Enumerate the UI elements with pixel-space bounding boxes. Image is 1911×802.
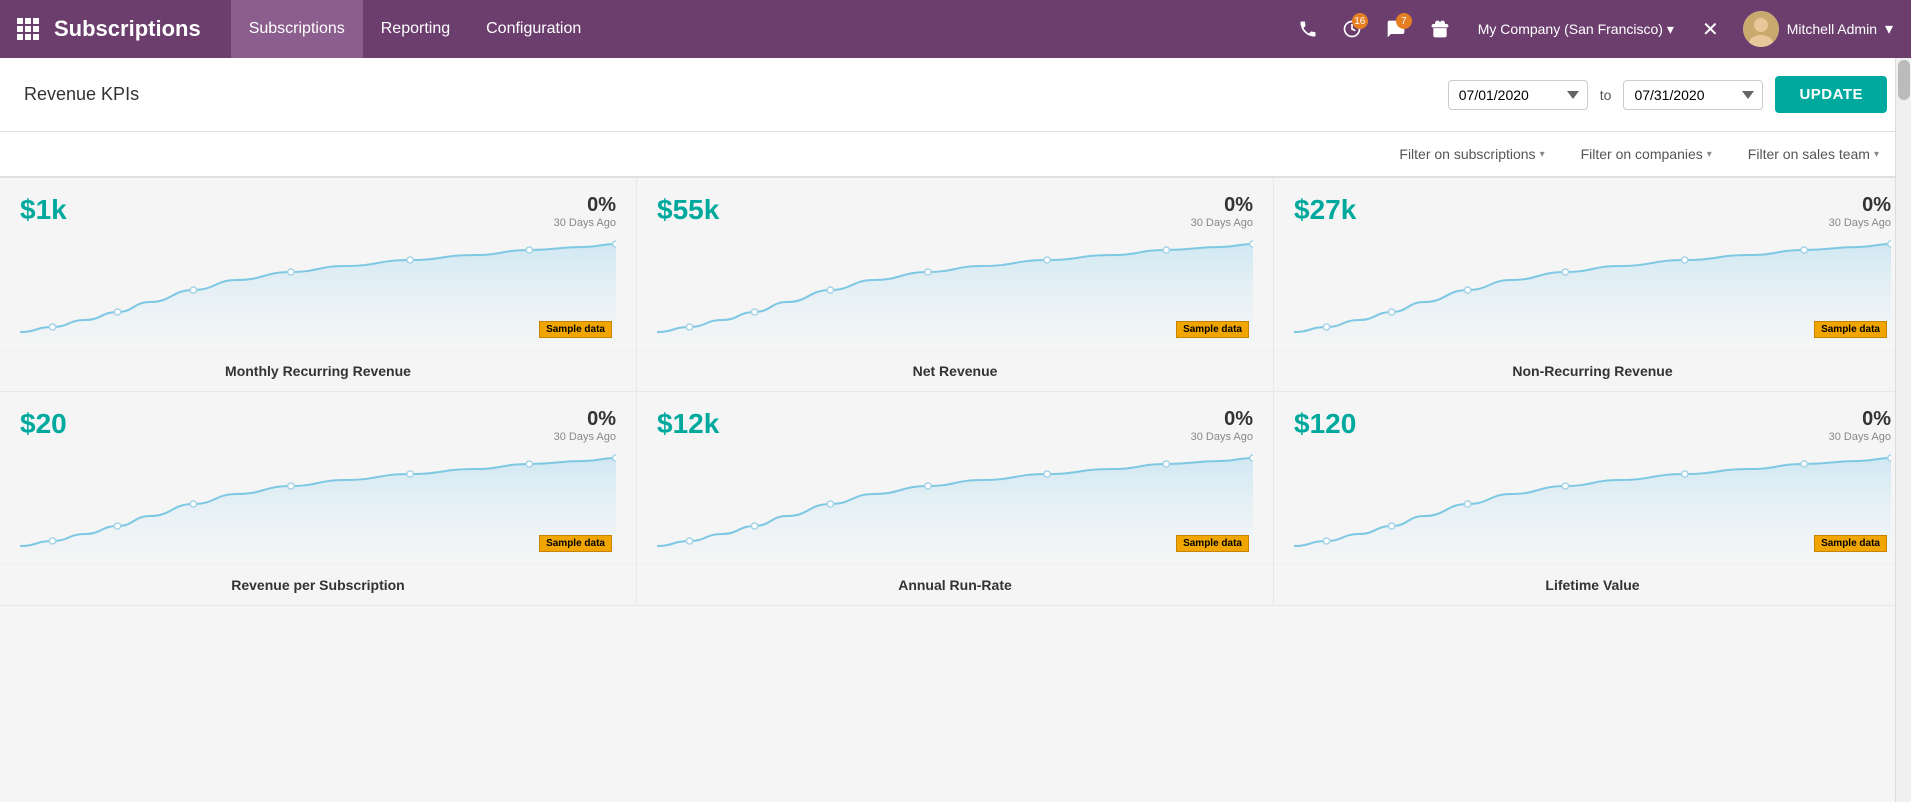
page-header: Revenue KPIs 07/01/2020 to 07/31/2020 UP… bbox=[0, 58, 1911, 132]
kpi-change-pct-annual_run_rate: 0% bbox=[1191, 408, 1253, 431]
nav-subscriptions[interactable]: Subscriptions bbox=[231, 0, 363, 58]
kpi-label-non_recurring: Non-Recurring Revenue bbox=[1274, 350, 1911, 391]
kpi-change-non_recurring: 0% 30 Days Ago bbox=[1829, 194, 1891, 229]
nav-links: Subscriptions Reporting Configuration bbox=[231, 0, 761, 58]
kpi-chart-net_revenue: Sample data bbox=[657, 232, 1253, 342]
nav-reporting[interactable]: Reporting bbox=[363, 0, 468, 58]
company-dropdown-icon: ▾ bbox=[1667, 21, 1674, 38]
company-name: My Company (San Francisco) bbox=[1478, 21, 1663, 37]
kpi-inner-non_recurring: $27k 0% 30 Days Ago Sample data bbox=[1274, 178, 1911, 350]
sample-data-badge-mrr: Sample data bbox=[539, 321, 612, 338]
company-selector[interactable]: My Company (San Francisco) ▾ bbox=[1466, 21, 1686, 38]
date-to-select[interactable]: 07/31/2020 bbox=[1623, 80, 1763, 110]
user-dropdown-icon: ▾ bbox=[1885, 19, 1893, 39]
kpi-change-pct-rev_per_sub: 0% bbox=[554, 408, 616, 431]
top-navigation: Subscriptions Subscriptions Reporting Co… bbox=[0, 0, 1911, 58]
kpi-change-label-mrr: 30 Days Ago bbox=[554, 217, 616, 229]
scrollbar[interactable] bbox=[1895, 58, 1911, 802]
filter-bar: Filter on subscriptions ▾ Filter on comp… bbox=[0, 132, 1911, 177]
date-range: 07/01/2020 to 07/31/2020 UPDATE bbox=[1448, 76, 1887, 113]
kpi-change-annual_run_rate: 0% 30 Days Ago bbox=[1191, 408, 1253, 443]
update-button[interactable]: UPDATE bbox=[1775, 76, 1887, 113]
kpi-value-mrr: $1k bbox=[20, 194, 67, 225]
page-title: Revenue KPIs bbox=[24, 84, 1432, 105]
kpi-cell-lifetime_value: $120 0% 30 Days Ago Sample data Lifetime… bbox=[1274, 392, 1911, 606]
kpi-change-mrr: 0% 30 Days Ago bbox=[554, 194, 616, 229]
timer-badge: 16 bbox=[1352, 13, 1368, 29]
sample-data-badge-annual_run_rate: Sample data bbox=[1176, 535, 1249, 552]
timer-icon[interactable]: 16 bbox=[1334, 11, 1370, 47]
kpi-label-annual_run_rate: Annual Run-Rate bbox=[637, 564, 1273, 605]
date-to-label: to bbox=[1600, 87, 1612, 103]
message-badge: 7 bbox=[1396, 13, 1412, 29]
kpi-label-mrr: Monthly Recurring Revenue bbox=[0, 350, 636, 391]
kpi-cell-non_recurring: $27k 0% 30 Days Ago Sample data Non-Recu… bbox=[1274, 178, 1911, 392]
app-grid-icon[interactable] bbox=[10, 11, 46, 47]
kpi-change-label-rev_per_sub: 30 Days Ago bbox=[554, 431, 616, 443]
kpi-grid: $1k 0% 30 Days Ago Sample data Monthly R… bbox=[0, 177, 1911, 606]
user-section[interactable]: Mitchell Admin ▾ bbox=[1735, 11, 1901, 47]
app-title: Subscriptions bbox=[54, 16, 201, 42]
filter-sales-team-button[interactable]: Filter on sales team ▾ bbox=[1740, 142, 1887, 166]
filter-sales-team-arrow: ▾ bbox=[1874, 149, 1879, 160]
kpi-label-net_revenue: Net Revenue bbox=[637, 350, 1273, 391]
kpi-chart-rev_per_sub: Sample data bbox=[20, 446, 616, 556]
kpi-change-label-lifetime_value: 30 Days Ago bbox=[1829, 431, 1891, 443]
gift-icon[interactable] bbox=[1422, 11, 1458, 47]
message-icon[interactable]: 7 bbox=[1378, 11, 1414, 47]
close-button[interactable]: ✕ bbox=[1694, 17, 1727, 42]
filter-sales-team-label: Filter on sales team bbox=[1748, 146, 1870, 162]
nav-configuration[interactable]: Configuration bbox=[468, 0, 599, 58]
kpi-change-pct-mrr: 0% bbox=[554, 194, 616, 217]
kpi-change-net_revenue: 0% 30 Days Ago bbox=[1191, 194, 1253, 229]
kpi-change-pct-lifetime_value: 0% bbox=[1829, 408, 1891, 431]
kpi-value-net_revenue: $55k bbox=[657, 194, 719, 225]
kpi-change-pct-net_revenue: 0% bbox=[1191, 194, 1253, 217]
kpi-inner-lifetime_value: $120 0% 30 Days Ago Sample data bbox=[1274, 392, 1911, 564]
kpi-chart-non_recurring: Sample data bbox=[1294, 232, 1891, 342]
kpi-inner-net_revenue: $55k 0% 30 Days Ago Sample data bbox=[637, 178, 1273, 350]
filter-companies-button[interactable]: Filter on companies ▾ bbox=[1573, 142, 1720, 166]
kpi-chart-annual_run_rate: Sample data bbox=[657, 446, 1253, 556]
kpi-chart-mrr: Sample data bbox=[20, 232, 616, 342]
sample-data-badge-net_revenue: Sample data bbox=[1176, 321, 1249, 338]
kpi-chart-lifetime_value: Sample data bbox=[1294, 446, 1891, 556]
kpi-change-label-annual_run_rate: 30 Days Ago bbox=[1191, 431, 1253, 443]
kpi-change-label-net_revenue: 30 Days Ago bbox=[1191, 217, 1253, 229]
avatar bbox=[1743, 11, 1779, 47]
user-name: Mitchell Admin bbox=[1787, 21, 1877, 37]
kpi-cell-rev_per_sub: $20 0% 30 Days Ago Sample data Revenue p… bbox=[0, 392, 637, 606]
sample-data-badge-lifetime_value: Sample data bbox=[1814, 535, 1887, 552]
sample-data-badge-rev_per_sub: Sample data bbox=[539, 535, 612, 552]
sample-data-badge-non_recurring: Sample data bbox=[1814, 321, 1887, 338]
kpi-change-pct-non_recurring: 0% bbox=[1829, 194, 1891, 217]
kpi-cell-mrr: $1k 0% 30 Days Ago Sample data Monthly R… bbox=[0, 178, 637, 392]
kpi-value-rev_per_sub: $20 bbox=[20, 408, 67, 439]
kpi-cell-annual_run_rate: $12k 0% 30 Days Ago Sample data Annual R… bbox=[637, 392, 1274, 606]
kpi-label-rev_per_sub: Revenue per Subscription bbox=[0, 564, 636, 605]
filter-subscriptions-arrow: ▾ bbox=[1540, 149, 1545, 160]
kpi-value-lifetime_value: $120 bbox=[1294, 408, 1356, 439]
kpi-inner-mrr: $1k 0% 30 Days Ago Sample data bbox=[0, 178, 636, 350]
scrollbar-thumb[interactable] bbox=[1898, 60, 1910, 100]
kpi-change-label-non_recurring: 30 Days Ago bbox=[1829, 217, 1891, 229]
kpi-cell-net_revenue: $55k 0% 30 Days Ago Sample data Net Reve… bbox=[637, 178, 1274, 392]
kpi-value-non_recurring: $27k bbox=[1294, 194, 1356, 225]
nav-icons: 16 7 My Company (San Francisco) ▾ ✕ Mitc… bbox=[1290, 11, 1901, 47]
kpi-change-lifetime_value: 0% 30 Days Ago bbox=[1829, 408, 1891, 443]
phone-icon[interactable] bbox=[1290, 11, 1326, 47]
kpi-inner-rev_per_sub: $20 0% 30 Days Ago Sample data bbox=[0, 392, 636, 564]
filter-companies-label: Filter on companies bbox=[1581, 146, 1703, 162]
filter-subscriptions-label: Filter on subscriptions bbox=[1399, 146, 1535, 162]
kpi-label-lifetime_value: Lifetime Value bbox=[1274, 564, 1911, 605]
kpi-value-annual_run_rate: $12k bbox=[657, 408, 719, 439]
kpi-inner-annual_run_rate: $12k 0% 30 Days Ago Sample data bbox=[637, 392, 1273, 564]
kpi-change-rev_per_sub: 0% 30 Days Ago bbox=[554, 408, 616, 443]
filter-subscriptions-button[interactable]: Filter on subscriptions ▾ bbox=[1391, 142, 1552, 166]
filter-companies-arrow: ▾ bbox=[1707, 149, 1712, 160]
date-from-select[interactable]: 07/01/2020 bbox=[1448, 80, 1588, 110]
